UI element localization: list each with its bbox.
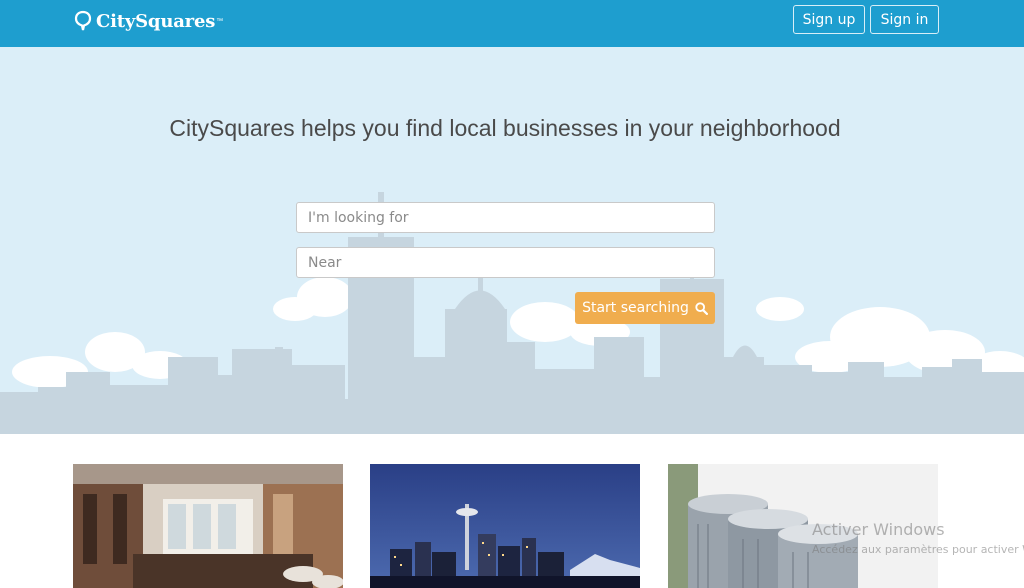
logo-text: CitySquares <box>96 10 216 32</box>
windows-activation-title: Activer Windows <box>812 520 945 539</box>
search-near-input[interactable] <box>296 247 715 278</box>
citysquares-logo[interactable]: CitySquares ™ <box>74 9 223 33</box>
search-what-input[interactable] <box>296 202 715 233</box>
category-card-city[interactable] <box>370 464 640 588</box>
hero-section: CitySquares helps you find local busines… <box>0 47 1024 434</box>
city-skyline-illustration <box>0 192 1024 434</box>
map-pin-icon <box>74 10 92 31</box>
start-searching-button[interactable]: Start searching <box>575 292 715 324</box>
windows-activation-subtitle: Accédez aux paramètres pour activer Wind… <box>812 543 1024 556</box>
start-searching-label: Start searching <box>582 300 689 316</box>
category-card-salon[interactable] <box>73 464 343 588</box>
sign-up-button[interactable]: Sign up <box>793 5 865 34</box>
hero-headline: CitySquares helps you find local busines… <box>169 115 841 141</box>
seattle-skyline-photo <box>370 464 640 588</box>
top-navbar: CitySquares ™ Sign up Sign in <box>0 0 1024 47</box>
salon-interior-photo <box>73 464 343 588</box>
sign-in-button[interactable]: Sign in <box>870 5 939 34</box>
search-icon <box>695 301 708 315</box>
logo-trademark: ™ <box>216 17 224 25</box>
